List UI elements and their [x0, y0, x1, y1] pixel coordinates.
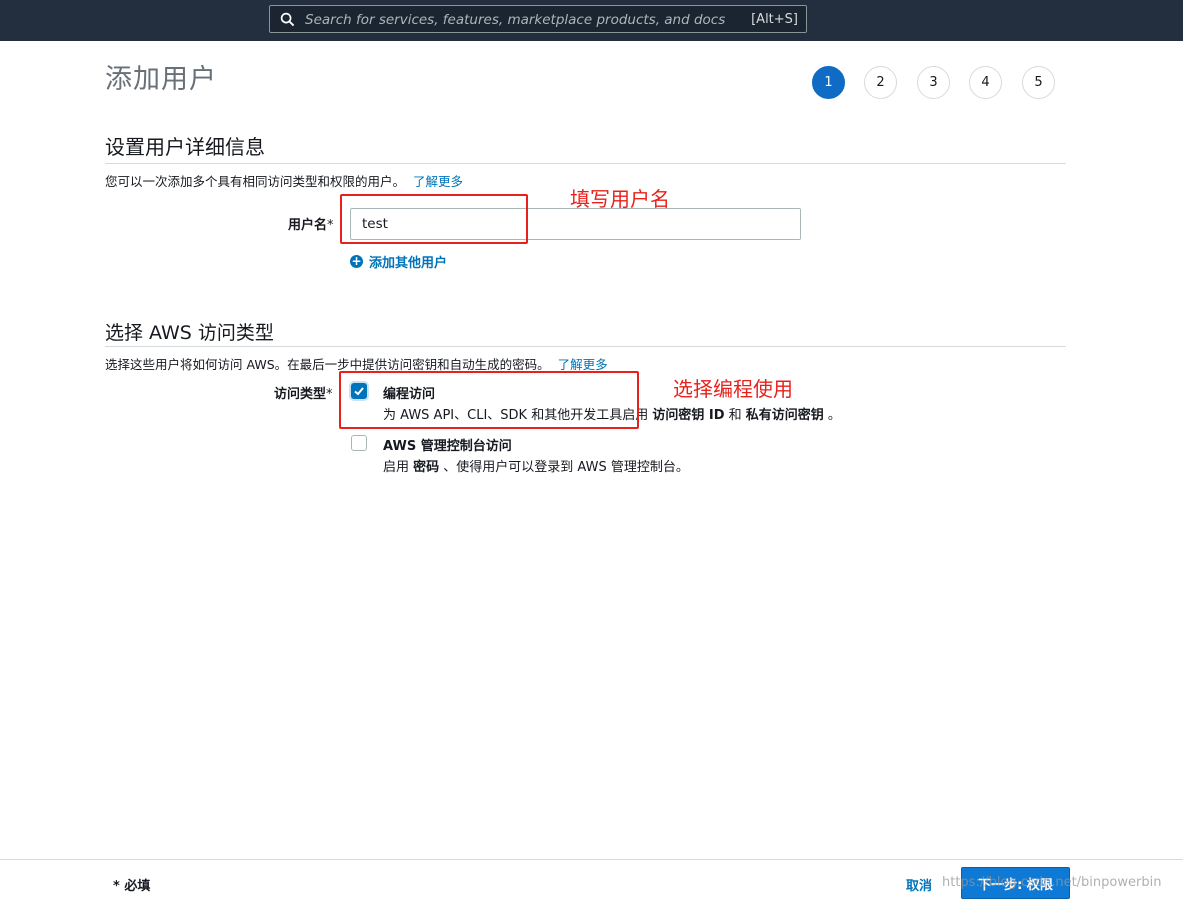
step-3[interactable]: 3 — [917, 66, 950, 99]
page-title: 添加用户 — [105, 64, 217, 95]
step-5[interactable]: 5 — [1022, 66, 1055, 99]
required-note: * 必填 — [113, 879, 151, 894]
access-annotation-box — [339, 371, 639, 429]
console-access-title: AWS 管理控制台访问 — [383, 439, 512, 454]
access-type-description-text: 选择这些用户将如何访问 AWS。在最后一步中提供访问密钥和自动生成的密码。 — [105, 357, 550, 372]
learn-more-link[interactable]: 了解更多 — [558, 357, 608, 372]
access-key-id-text: 访问密钥 ID — [652, 408, 725, 423]
cancel-button[interactable]: 取消 — [906, 875, 932, 894]
watermark-text: https://blog.csdn.net/binpowerbin — [942, 875, 1162, 890]
console-access-description: 启用 密码 、使得用户可以登录到 AWS 管理控制台。 — [383, 456, 689, 475]
console-access-checkbox[interactable] — [351, 435, 367, 451]
programmatic-desc-suffix: 。 — [823, 408, 841, 423]
username-label: 用户名* — [288, 214, 334, 233]
section-divider — [105, 163, 1066, 164]
learn-more-link[interactable]: 了解更多 — [413, 174, 463, 189]
search-shortcut-hint: [Alt+S] — [751, 12, 798, 27]
add-another-user-label: 添加其他用户 — [369, 256, 448, 271]
search-placeholder: Search for services, features, marketpla… — [305, 12, 726, 28]
user-details-description: 您可以一次添加多个具有相同访问类型和权限的用户。 了解更多 — [105, 171, 463, 190]
plus-circle-icon: + — [350, 254, 363, 268]
username-label-text: 用户名 — [288, 218, 328, 233]
username-annotation-box — [340, 194, 528, 244]
secret-access-key-text: 私有访问密钥 — [745, 408, 824, 423]
required-mark: * — [326, 387, 333, 402]
search-icon — [280, 12, 295, 27]
step-2[interactable]: 2 — [864, 66, 897, 99]
search-box[interactable]: Search for services, features, marketpla… — [269, 5, 807, 33]
required-mark: * — [327, 218, 334, 233]
add-another-user-button[interactable]: + 添加其他用户 — [350, 252, 447, 271]
step-4[interactable]: 4 — [969, 66, 1002, 99]
access-annotation-text: 选择编程使用 — [673, 377, 793, 401]
console-desc-prefix: 启用 — [383, 460, 414, 475]
user-details-heading: 设置用户详细信息 — [105, 135, 265, 159]
console-desc-suffix: 、使得用户可以登录到 AWS 管理控制台。 — [439, 460, 689, 475]
access-type-label-text: 访问类型 — [274, 387, 327, 402]
access-type-label: 访问类型* — [274, 383, 333, 402]
programmatic-desc-mid: 和 — [724, 408, 746, 423]
user-details-description-text: 您可以一次添加多个具有相同访问类型和权限的用户。 — [105, 174, 406, 189]
access-type-heading: 选择 AWS 访问类型 — [105, 322, 274, 344]
section-divider — [105, 346, 1066, 347]
top-navigation-bar: Search for services, features, marketpla… — [0, 0, 1183, 41]
footer-divider — [0, 859, 1183, 860]
password-text: 密码 — [413, 460, 440, 475]
username-annotation-text: 填写用户名 — [570, 187, 670, 211]
step-1[interactable]: 1 — [812, 66, 845, 99]
